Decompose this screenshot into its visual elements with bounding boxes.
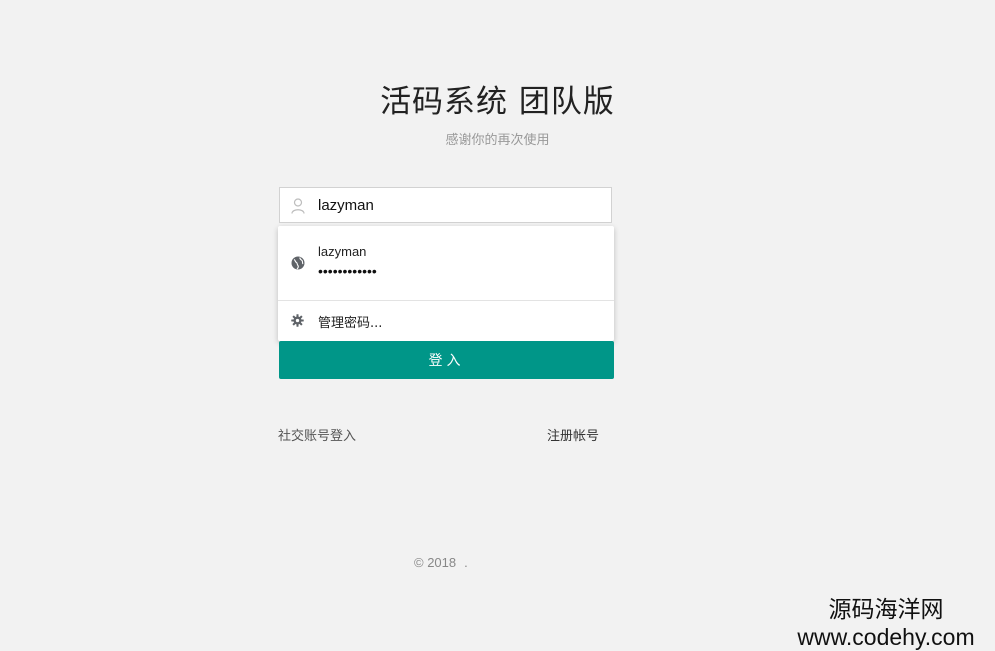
footer-copyright: © 2018.: [414, 555, 468, 570]
user-icon: [291, 198, 305, 214]
globe-icon: [291, 256, 305, 270]
watermark-url: www.codehy.com: [797, 624, 975, 650]
login-button[interactable]: 登入: [279, 341, 614, 379]
gear-icon: [291, 314, 304, 327]
manage-passwords-item[interactable]: 管理密码...: [278, 301, 614, 341]
page-title: 活码系统 团队版: [380, 84, 615, 120]
saved-credential-item[interactable]: lazyman ••••••••••••: [278, 226, 614, 300]
saved-password-mask: ••••••••••••: [318, 263, 377, 279]
autofill-popup: lazyman •••••••••••• 管理密码...: [278, 226, 614, 341]
copyright-text: © 2018: [414, 555, 457, 570]
saved-username: lazyman: [318, 244, 367, 259]
watermark-title: 源码海洋网: [828, 597, 944, 623]
register-link[interactable]: 注册帐号: [547, 425, 599, 444]
watermark: 源码海洋网 www.codehy.com: [781, 596, 991, 650]
social-login-link[interactable]: 社交账号登入: [278, 425, 356, 444]
page-subtitle: 感谢你的再次使用: [445, 133, 550, 148]
username-field[interactable]: [279, 187, 612, 223]
manage-passwords-label: 管理密码...: [318, 316, 383, 331]
footer-dot: .: [464, 555, 468, 570]
username-input[interactable]: [318, 188, 598, 222]
login-page: 活码系统 团队版 感谢你的再次使用 lazyman ••••••••••••: [0, 0, 995, 651]
